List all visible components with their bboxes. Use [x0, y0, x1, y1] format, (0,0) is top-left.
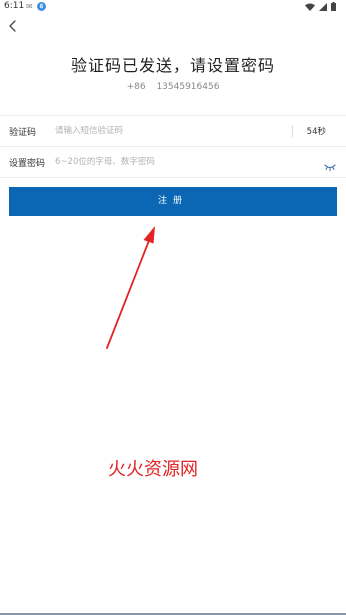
password-visibility-toggle[interactable] — [324, 157, 336, 172]
wifi-icon — [305, 3, 315, 11]
password-row: 设置密码 — [0, 146, 346, 178]
register-button[interactable]: 注册 — [9, 187, 337, 216]
verification-code-row: 验证码 54秒 — [0, 115, 346, 147]
message-notification-icon: ✉ — [26, 2, 33, 11]
signal-icon — [319, 2, 327, 11]
back-button[interactable] — [4, 17, 22, 35]
status-time: 6:11 — [4, 1, 25, 11]
password-label: 设置密码 — [9, 159, 46, 169]
app-notification-icon: ฿ — [37, 2, 46, 11]
eye-closed-icon — [324, 164, 336, 172]
status-bar: 6:11 ✉ ฿ — [0, 0, 346, 14]
watermark-text: 火火资源网 — [108, 459, 198, 480]
verification-code-input[interactable] — [55, 123, 275, 139]
separator — [292, 125, 293, 137]
annotation-arrow — [106, 226, 155, 349]
phone-number-row: +86 13545916456 — [0, 82, 346, 92]
password-input[interactable] — [55, 154, 275, 170]
country-code: +86 — [126, 82, 146, 92]
verification-code-label: 验证码 — [9, 128, 37, 138]
battery-icon — [331, 2, 336, 11]
resend-countdown-button[interactable]: 54秒 — [307, 125, 326, 137]
status-icons — [305, 2, 336, 11]
phone-number: 13545916456 — [156, 82, 220, 92]
page-title: 验证码已发送，请设置密码 — [70, 56, 275, 75]
chevron-left-icon — [9, 20, 16, 32]
